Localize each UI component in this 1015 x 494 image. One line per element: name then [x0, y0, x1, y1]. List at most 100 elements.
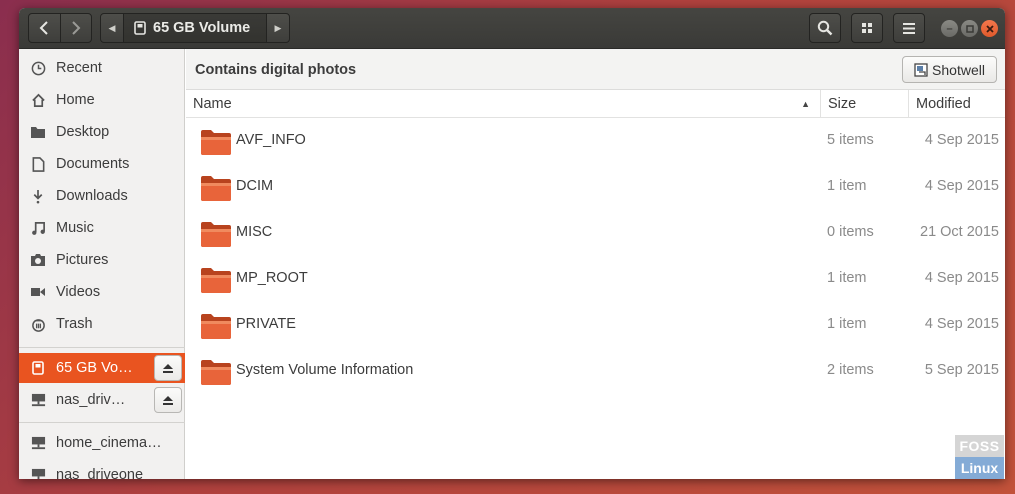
sidebar-item-label: Desktop — [56, 124, 110, 140]
sidebar-item-home[interactable]: Home — [19, 85, 185, 115]
info-bar-message: Contains digital photos — [195, 62, 357, 78]
sidebar-item-label: Home — [56, 92, 95, 108]
folder-icon — [201, 176, 231, 201]
open-shotwell-button[interactable]: Shotwell — [902, 56, 997, 83]
folder-icon — [201, 268, 231, 293]
shotwell-icon — [914, 62, 928, 77]
file-view: Contains digital photos Shotwell Name ▲ … — [186, 49, 1005, 479]
sidebar-item-nas-drive[interactable]: nas_driv… — [19, 385, 185, 415]
sidebar-item-label: Music — [56, 220, 94, 236]
file-size: 1 item — [827, 178, 867, 194]
forward-icon — [72, 21, 81, 35]
path-left-arrow[interactable]: ◀ — [101, 14, 123, 42]
column-name-header[interactable]: Name ▲ — [186, 90, 821, 118]
sort-ascending-icon: ▲ — [801, 99, 810, 109]
network-drive-icon — [31, 468, 45, 479]
sidebar-item-videos[interactable]: Videos — [19, 277, 185, 307]
sidebar-item-home-cinema[interactable]: home_cinema… — [19, 428, 185, 458]
back-button[interactable] — [29, 14, 60, 42]
sidebar-item-desktop[interactable]: Desktop — [19, 117, 185, 147]
eject-button[interactable] — [154, 355, 182, 381]
folder-icon — [201, 222, 231, 247]
file-modified: 4 Sep 2015 — [924, 270, 999, 286]
folder-icon — [31, 127, 45, 138]
info-bar: Contains digital photos Shotwell — [186, 49, 1005, 90]
home-icon — [31, 93, 45, 107]
file-row[interactable]: PRIVATE 1 item 4 Sep 2015 — [186, 302, 1005, 348]
minimize-button[interactable]: – — [941, 20, 958, 37]
video-icon — [31, 288, 45, 296]
network-drive-icon — [31, 393, 45, 406]
sidebar-item-label: Videos — [56, 284, 101, 300]
sidebar-item-recent[interactable]: Recent — [19, 53, 185, 83]
minimize-icon: – — [946, 22, 953, 35]
menu-button[interactable] — [893, 13, 925, 43]
header-bar: ◀ 65 GB Volume ▶ – — [19, 8, 1005, 49]
menu-icon — [903, 22, 915, 34]
watermark-line1: FOSS — [955, 435, 1004, 457]
file-name: MISC — [236, 224, 273, 240]
folder-icon — [201, 130, 231, 155]
sidebar-separator — [19, 422, 185, 423]
file-name: System Volume Information — [236, 362, 414, 378]
path-crumb-label: 65 GB Volume — [153, 20, 251, 36]
maximize-button[interactable] — [961, 20, 978, 37]
sidebar-item-label: nas_driv… — [56, 392, 126, 408]
view-grid-icon — [862, 23, 872, 33]
file-size: 5 items — [827, 132, 874, 148]
column-size-label: Size — [828, 96, 857, 112]
sidebar-item-label: Recent — [56, 60, 102, 76]
nav-button-group — [28, 13, 92, 43]
sidebar-item-label: 65 GB Vo… — [56, 360, 133, 376]
column-header: Name ▲ Size Modified — [186, 90, 1005, 118]
sidebar-item-label: Pictures — [56, 252, 109, 268]
sidebar: Recent Home Desktop Documents Downloads … — [19, 49, 185, 479]
sidebar-item-pictures[interactable]: Pictures — [19, 245, 185, 275]
eject-icon — [163, 395, 173, 405]
sidebar-item-label: Documents — [56, 156, 130, 172]
path-right-arrow[interactable]: ▶ — [267, 14, 289, 42]
forward-button[interactable] — [59, 14, 91, 42]
document-icon — [32, 156, 44, 172]
sidebar-item-65gb-volume[interactable]: 65 GB Vo… — [19, 353, 185, 383]
sidebar-item-music[interactable]: Music — [19, 213, 185, 243]
file-modified: 4 Sep 2015 — [924, 178, 999, 194]
file-name: AVF_INFO — [236, 132, 306, 148]
file-modified: 5 Sep 2015 — [924, 362, 999, 378]
file-row[interactable]: MP_ROOT 1 item 4 Sep 2015 — [186, 256, 1005, 302]
sidebar-item-label: Trash — [56, 316, 93, 332]
search-button[interactable] — [809, 13, 841, 43]
network-drive-icon — [31, 436, 45, 449]
path-crumb-current[interactable]: 65 GB Volume — [123, 14, 267, 42]
sidebar-item-trash[interactable]: Trash — [19, 309, 185, 339]
sidebar-item-downloads[interactable]: Downloads — [19, 181, 185, 211]
column-size-header[interactable]: Size — [821, 90, 909, 118]
clock-icon — [31, 61, 45, 75]
file-row[interactable]: MISC 0 items 21 Oct 2015 — [186, 210, 1005, 256]
maximize-icon — [965, 24, 974, 33]
eject-button[interactable] — [154, 387, 182, 413]
close-button[interactable] — [981, 20, 998, 37]
camera-icon — [31, 254, 45, 266]
view-toggle-button[interactable] — [851, 13, 883, 43]
eject-icon — [163, 363, 173, 373]
watermark-logo: FOSS Linux — [955, 435, 1004, 479]
sidebar-item-documents[interactable]: Documents — [19, 149, 185, 179]
file-row[interactable]: DCIM 1 item 4 Sep 2015 — [186, 164, 1005, 210]
file-size: 0 items — [827, 224, 874, 240]
sidebar-item-nas-driveone[interactable]: nas_driveone — [19, 460, 185, 479]
sidebar-separator — [19, 347, 185, 348]
file-size: 2 items — [827, 362, 874, 378]
download-icon — [33, 189, 43, 203]
drive-icon — [32, 361, 44, 375]
file-size: 1 item — [827, 316, 867, 332]
watermark-line2: Linux — [955, 457, 1004, 479]
trash-icon — [31, 318, 45, 332]
drive-icon — [134, 21, 146, 35]
file-modified: 4 Sep 2015 — [924, 132, 999, 148]
file-row[interactable]: AVF_INFO 5 items 4 Sep 2015 — [186, 118, 1005, 164]
column-modified-header[interactable]: Modified — [909, 90, 1005, 118]
file-name: MP_ROOT — [236, 270, 308, 286]
file-row[interactable]: System Volume Information 2 items 5 Sep 20… — [186, 348, 1005, 394]
folder-icon — [201, 360, 231, 385]
